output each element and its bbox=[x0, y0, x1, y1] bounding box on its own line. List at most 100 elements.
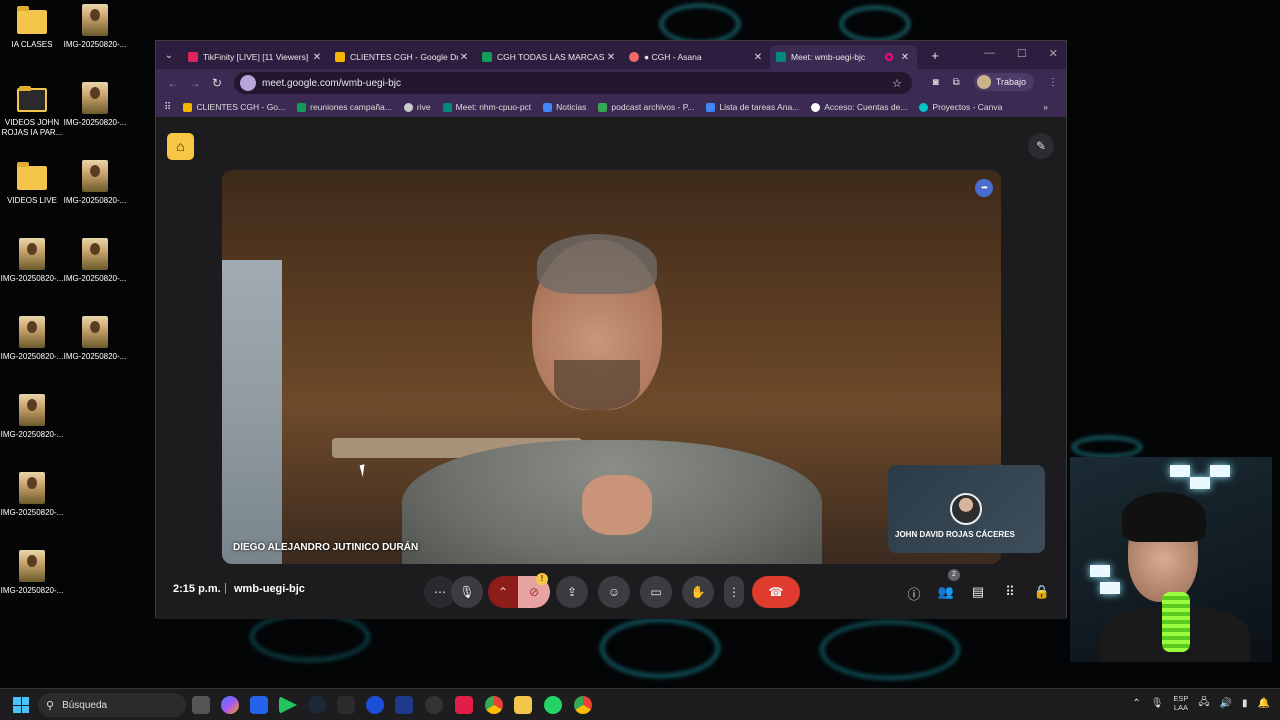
tab-clientes-cgh[interactable]: CLIENTES CGH - Google Dri ✕ bbox=[329, 45, 476, 69]
tray-chevron-up-icon[interactable]: ⌃ bbox=[1132, 698, 1140, 709]
bookmark-item[interactable]: rive bbox=[403, 102, 431, 112]
language-indicator[interactable]: ESP LAA bbox=[1173, 694, 1188, 712]
app-icon[interactable] bbox=[366, 696, 384, 714]
url-text[interactable]: meet.google.com/wmb-uegi-bjc bbox=[262, 78, 892, 89]
more-menu-icon[interactable]: ⋮ bbox=[1048, 77, 1058, 88]
back-arrow-icon[interactable]: ← bbox=[162, 76, 184, 90]
camera-options-chevron-icon[interactable]: ⌃ bbox=[488, 576, 518, 608]
close-icon[interactable]: ✕ bbox=[752, 52, 764, 63]
extensions-icon[interactable]: ⧉ bbox=[953, 77, 960, 88]
camera-icon[interactable]: ◙ bbox=[933, 77, 939, 88]
desktop-image-file[interactable]: IMG-20250820-... bbox=[0, 550, 64, 596]
desktop-image-file[interactable]: IMG-20250820-... bbox=[0, 472, 64, 518]
emoji-reactions-button[interactable]: ☺ bbox=[598, 576, 630, 608]
new-tab-button[interactable]: + bbox=[925, 48, 945, 63]
bookmark-item[interactable]: Meet: nhm-cpuo-pct bbox=[442, 102, 531, 112]
chrome-window: ⌄ TikFinity [LIVE] [11 Viewers] ✕ CLIENT… bbox=[155, 40, 1067, 619]
news-icon bbox=[543, 102, 553, 112]
captions-button[interactable]: ▭ bbox=[640, 576, 672, 608]
search-icon: ⚲ bbox=[46, 699, 55, 712]
site-info-icon[interactable] bbox=[240, 75, 256, 91]
obs-icon[interactable] bbox=[425, 696, 443, 714]
close-icon[interactable]: ✕ bbox=[458, 52, 470, 63]
host-controls-lock-icon[interactable]: 🔒 bbox=[1033, 584, 1051, 600]
file-explorer-icon[interactable] bbox=[514, 696, 532, 714]
more-options-button[interactable]: ⋮ bbox=[724, 576, 744, 608]
activities-grid-icon[interactable]: ⠿ bbox=[1001, 584, 1019, 600]
steam-icon[interactable] bbox=[308, 696, 326, 714]
tiktok-icon[interactable] bbox=[455, 696, 473, 714]
microphone-button[interactable]: 🎙 bbox=[451, 576, 483, 608]
apps-grid-icon[interactable]: ⠿ bbox=[164, 102, 171, 113]
notifications-icon[interactable]: 🔔 bbox=[1258, 698, 1270, 709]
pencil-icon[interactable]: ✎ bbox=[1028, 133, 1054, 159]
chrome-profile-icon[interactable] bbox=[574, 696, 592, 714]
bookmark-label: Lista de tareas Ana... bbox=[719, 102, 800, 112]
desktop-image-file[interactable]: IMG-20250820-... bbox=[0, 316, 64, 362]
present-screen-button[interactable]: ⇪ bbox=[556, 576, 588, 608]
network-icon[interactable]: 🖧 bbox=[1198, 695, 1209, 712]
chat-icon[interactable]: ▤ bbox=[969, 584, 987, 600]
bookmark-item[interactable]: CLIENTES CGH - Go... bbox=[183, 102, 285, 112]
minimize-icon[interactable]: — bbox=[984, 47, 995, 60]
task-view-icon[interactable] bbox=[192, 696, 210, 714]
address-bar[interactable]: meet.google.com/wmb-uegi-bjc ☆ bbox=[234, 72, 912, 94]
bookmark-item[interactable]: Lista de tareas Ana... bbox=[706, 102, 799, 112]
desktop-folder-ia-clases[interactable]: IA CLASES bbox=[0, 6, 64, 50]
whatsapp-icon[interactable] bbox=[544, 696, 562, 714]
tab-strip: ⌄ TikFinity [LIVE] [11 Viewers] ✕ CLIENT… bbox=[156, 41, 1066, 69]
people-icon[interactable]: 👥 bbox=[937, 584, 955, 600]
desktop-icon-label: IMG-20250820-... bbox=[0, 352, 64, 361]
desktop-image-file[interactable]: IMG-20250820-... bbox=[63, 238, 127, 284]
desktop-icon-label: IMG-20250820-... bbox=[0, 586, 64, 595]
tile-options-icon[interactable]: ••• bbox=[975, 179, 993, 197]
meeting-info-icon[interactable]: ⓘ bbox=[905, 584, 923, 603]
leave-call-button[interactable]: ☎ bbox=[752, 576, 800, 608]
desktop-image-file[interactable]: IMG-20250820-... bbox=[0, 238, 64, 284]
bookmark-item[interactable]: Acceso: Cuentas de... bbox=[811, 102, 907, 112]
microsoft-store-icon[interactable] bbox=[250, 696, 268, 714]
media-player-icon[interactable] bbox=[279, 696, 297, 714]
close-window-icon[interactable]: ✕ bbox=[1049, 47, 1058, 60]
playstation-icon[interactable] bbox=[395, 696, 413, 714]
self-view-tile[interactable]: JOHN DAVID ROJAS CÁCERES bbox=[888, 465, 1045, 553]
close-icon[interactable]: ✕ bbox=[899, 52, 911, 63]
tab-tikfinity[interactable]: TikFinity [LIVE] [11 Viewers] ✕ bbox=[182, 45, 329, 69]
bookmark-item[interactable]: Noticias bbox=[543, 102, 586, 112]
recording-indicator-icon bbox=[885, 53, 893, 61]
copilot-icon[interactable] bbox=[221, 696, 239, 714]
bookmarks-overflow-button[interactable]: » bbox=[1043, 102, 1048, 112]
reload-icon[interactable]: ↻ bbox=[206, 76, 228, 90]
desktop-folder-videos-live[interactable]: VIDEOS LIVE bbox=[0, 162, 64, 206]
tab-cgh-todas-las-marcas[interactable]: CGH TODAS LAS MARCAS A ✕ bbox=[476, 45, 623, 69]
bookmark-item[interactable]: Proyectos - Canva bbox=[919, 102, 1002, 112]
close-icon[interactable]: ✕ bbox=[311, 52, 323, 63]
desktop-image-file[interactable]: IMG-20250820-... bbox=[63, 4, 127, 50]
tab-asana[interactable]: ● CGH - Asana ✕ bbox=[623, 45, 770, 69]
bookmark-star-icon[interactable]: ☆ bbox=[892, 77, 902, 90]
avatar bbox=[950, 493, 982, 525]
windows-start-icon[interactable] bbox=[13, 697, 29, 713]
desktop-folder-videos-john-rojas[interactable]: VIDEOS JOHN ROJAS IA PAR... bbox=[0, 84, 64, 138]
bookmark-item[interactable]: podcast archivos - P... bbox=[598, 102, 694, 112]
tab-meet[interactable]: Meet: wmb-uegi-bjc ✕ bbox=[770, 45, 917, 69]
battery-icon[interactable]: ▮ bbox=[1242, 698, 1248, 709]
profile-button[interactable]: Trabajo bbox=[973, 73, 1034, 91]
bookmark-item[interactable]: reuniones campaña... bbox=[297, 102, 392, 112]
close-icon[interactable]: ✕ bbox=[605, 52, 617, 63]
volume-icon[interactable]: 🔊 bbox=[1220, 698, 1232, 709]
meet-door-icon[interactable]: ⌂ bbox=[167, 133, 194, 160]
main-video-tile[interactable]: ••• DIEGO ALEJANDRO JUTINICO DURÁN bbox=[222, 170, 1001, 564]
microphone-icon[interactable]: 🎙 bbox=[1151, 698, 1164, 709]
epic-games-icon[interactable] bbox=[337, 696, 355, 714]
taskbar-search[interactable]: ⚲ Búsqueda bbox=[38, 693, 186, 717]
raise-hand-button[interactable]: ✋ bbox=[682, 576, 714, 608]
tab-search-chevron-icon[interactable]: ⌄ bbox=[156, 50, 182, 61]
desktop-image-file[interactable]: IMG-20250820-... bbox=[63, 316, 127, 362]
desktop-image-file[interactable]: IMG-20250820-... bbox=[0, 394, 64, 440]
chrome-icon[interactable] bbox=[485, 696, 503, 714]
desktop-image-file[interactable]: IMG-20250820-... bbox=[63, 82, 127, 128]
forward-arrow-icon[interactable]: → bbox=[184, 76, 206, 90]
desktop-image-file[interactable]: IMG-20250820-... bbox=[63, 160, 127, 206]
maximize-icon[interactable]: ☐ bbox=[1017, 47, 1027, 60]
